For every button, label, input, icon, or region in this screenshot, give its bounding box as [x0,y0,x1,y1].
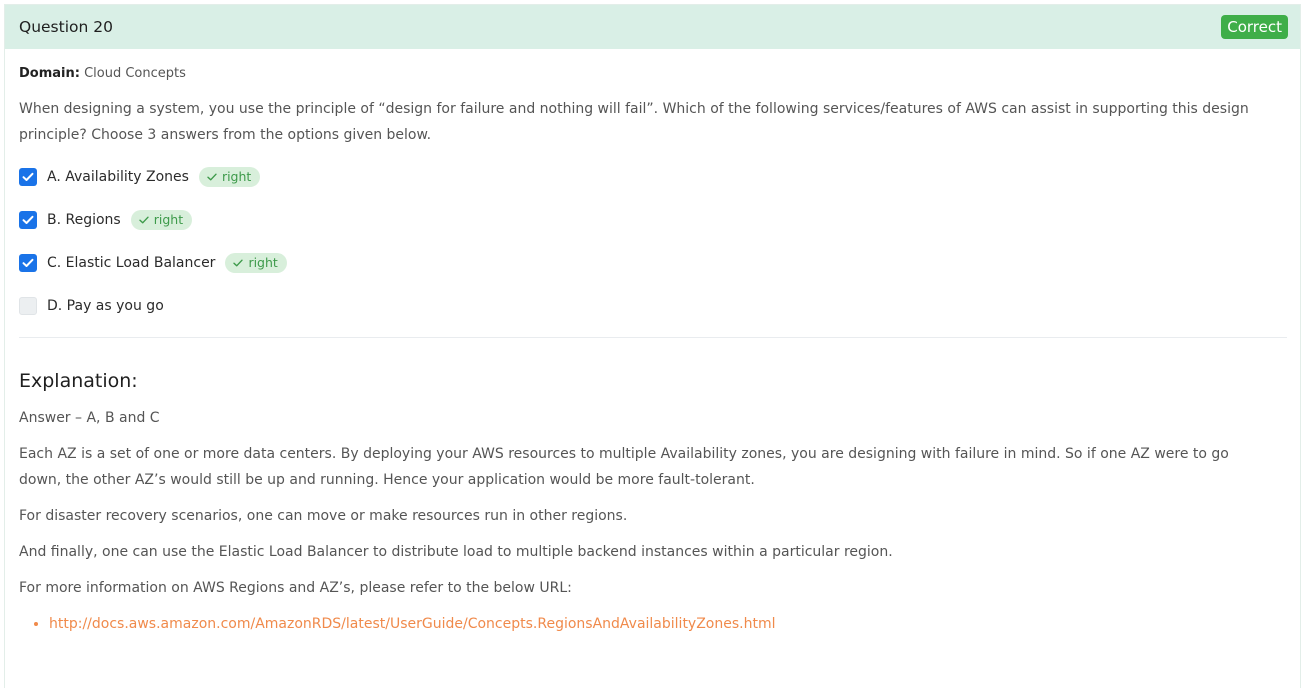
check-icon [22,172,34,181]
option-b[interactable]: B. Regions right [19,208,1286,232]
right-badge: right [225,253,287,273]
option-label: A. Availability Zones [47,169,189,185]
right-badge: right [130,210,193,230]
explanation-title: Explanation: [19,370,138,392]
options-list: A. Availability Zones right B. Regions r… [19,165,1286,318]
question-card: Question 20 Correct Domain: Cloud Concep… [4,4,1301,688]
list-item: http://docs.aws.amazon.com/AmazonRDS/lat… [49,611,1286,637]
checkbox-a[interactable] [19,168,37,186]
reference-link[interactable]: http://docs.aws.amazon.com/AmazonRDS/lat… [49,616,776,632]
checkbox-c[interactable] [19,254,37,272]
checkbox-d[interactable] [19,297,37,315]
question-text: When designing a system, you use the pri… [19,101,1249,143]
domain-value: Cloud Concepts [84,66,186,81]
explanation-paragraph: For disaster recovery scenarios, one can… [19,508,628,524]
divider [19,337,1287,338]
badge-text: right [221,169,252,184]
question-header: Question 20 Correct [5,5,1300,49]
question-content: Domain: Cloud Concepts When designing a … [5,66,1300,637]
option-c[interactable]: C. Elastic Load Balancer right [19,251,1286,275]
explanation-body: Answer – A, B and C Each AZ is a set of … [19,405,1286,637]
checkbox-b[interactable] [19,211,37,229]
option-a[interactable]: A. Availability Zones right [19,165,1286,189]
option-label: C. Elastic Load Balancer [47,255,216,271]
check-icon [207,173,217,181]
explanation-paragraph: And finally, one can use the Elastic Loa… [19,544,893,560]
domain-label: Domain: [19,66,80,81]
option-d[interactable]: D. Pay as you go [19,294,1286,318]
explanation-answer: Answer – A, B and C [19,410,160,426]
option-label: B. Regions [47,212,121,228]
right-badge: right [198,167,261,187]
question-title: Question 20 [19,18,113,36]
status-badge: Correct [1221,15,1288,39]
badge-text: right [153,212,184,227]
option-label: D. Pay as you go [47,298,164,314]
check-icon [22,258,34,267]
check-icon [22,215,34,224]
check-icon [233,259,244,267]
badge-text: right [248,255,278,270]
explanation-paragraph: For more information on AWS Regions and … [19,580,572,596]
check-icon [139,216,149,224]
explanation-paragraph: Each AZ is a set of one or more data cen… [19,446,1229,488]
domain-line: Domain: Cloud Concepts [19,66,1286,84]
reference-links: http://docs.aws.amazon.com/AmazonRDS/lat… [19,611,1286,637]
